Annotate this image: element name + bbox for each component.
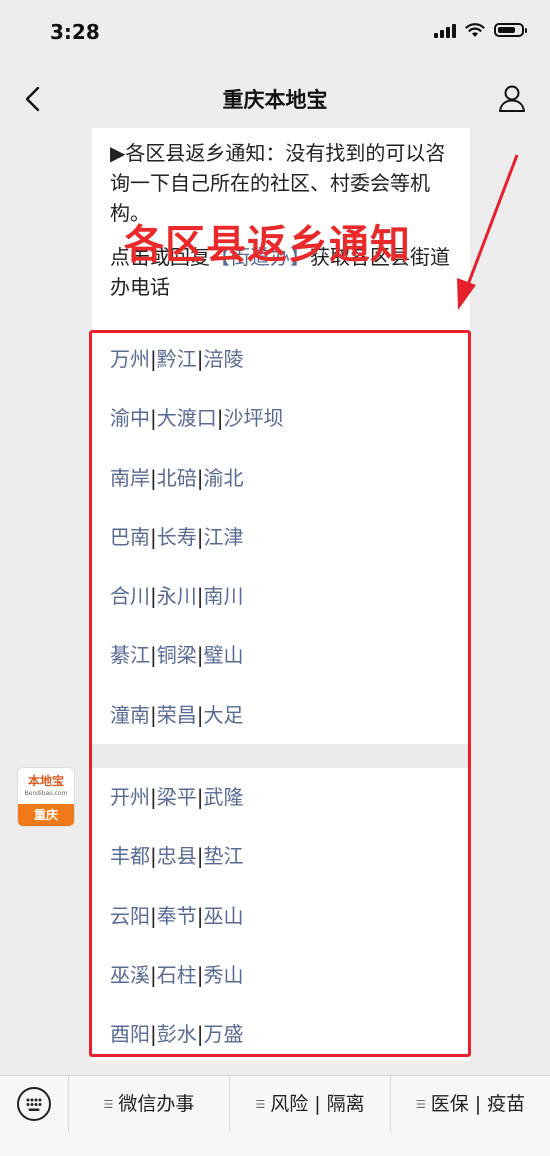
separator: | [150,1022,157,1047]
district-link[interactable]: 巫溪 [110,963,150,987]
signal-icon [434,22,456,38]
district-list-1: 万州|黔江|涪陵 渝中|大渡口|沙坪坝 南岸|北碚|渝北 巴南|长寿|江津 合川|永川|… [110,330,450,745]
menu-hamburger-icon: ☰ [415,1098,426,1111]
separator: | [196,1022,204,1047]
district-link[interactable]: 江津 [204,525,244,549]
profile-icon[interactable] [496,82,528,114]
district-link[interactable]: 巴南 [110,525,150,549]
district-link[interactable]: 永川 [157,584,197,608]
overlay-title: 各区县返乡通知 [124,222,411,268]
logo-city: 重庆 [18,804,74,826]
separator: | [196,524,204,549]
district-link[interactable]: 开州 [110,785,150,809]
district-link[interactable]: 梁平 [157,785,197,809]
district-list-2: 开州|梁平|武隆 丰都|忠县|垫江 云阳|奉节|巫山 巫溪|石柱|秀山 酉阳|彭水|万盛 [110,768,450,1064]
district-link[interactable]: 黔江 [157,347,197,371]
district-link[interactable]: 长寿 [157,525,197,549]
district-link[interactable]: 大渡口 [157,406,217,430]
separator: | [196,702,204,727]
district-link[interactable]: 奉节 [157,904,197,928]
district-link[interactable]: 北碚 [157,466,197,490]
district-row: 开州|梁平|武隆 [110,768,450,827]
district-link[interactable]: 大足 [204,703,244,727]
status-bar: 3:28 [0,0,550,70]
separator: | [150,584,157,609]
menu-item-risk-isolation[interactable]: ☰ 风险 | 隔离 [230,1076,390,1132]
divider-band [92,744,470,768]
bottom-menu: ☰ 微信办事 ☰ 风险 | 隔离 ☰ 医保 | 疫苗 [0,1075,550,1156]
menu-hamburger-icon: ☰ [103,1098,114,1111]
district-link[interactable]: 沙坪坝 [224,406,284,430]
district-row: 酉阳|彭水|万盛 [110,1005,450,1064]
separator: | [196,903,204,928]
district-link[interactable]: 南岸 [110,466,150,490]
separator: | [150,406,157,431]
district-link[interactable]: 丰都 [110,844,150,868]
district-row: 渝中|大渡口|沙坪坝 [110,389,450,448]
menu-item-wechat-services[interactable]: ☰ 微信办事 [69,1076,229,1132]
district-link[interactable]: 潼南 [110,703,150,727]
keyboard-icon[interactable] [16,1086,52,1122]
separator: | [150,962,157,987]
district-row: 綦江|铜梁|璧山 [110,626,450,685]
separator: | [150,702,157,727]
district-link[interactable]: 铜梁 [157,643,197,667]
district-link[interactable]: 荣昌 [157,703,197,727]
logo-brand: 本地宝 [27,774,64,788]
separator: | [150,785,157,809]
separator: | [196,844,204,869]
separator: | [196,643,204,668]
status-time: 3:28 [50,20,100,44]
nav-bar: 重庆本地宝 [0,70,550,128]
separator: | [150,524,157,549]
district-row: 南岸|北碚|渝北 [110,449,450,508]
district-row: 云阳|奉节|巫山 [110,887,450,946]
wifi-icon [465,23,485,37]
district-row: 潼南|荣昌|大足 [110,686,450,745]
separator: | [216,406,224,431]
account-avatar[interactable]: 本地宝 Bendibao.com 重庆 [18,768,74,826]
district-link[interactable]: 万盛 [204,1022,244,1046]
separator: | [196,962,204,987]
district-row: 巴南|长寿|江津 [110,508,450,567]
district-row: 万州|黔江|涪陵 [110,330,450,389]
logo-domain: Bendibao.com [24,790,68,797]
district-link[interactable]: 合川 [110,584,150,608]
separator: | [196,584,204,609]
district-row: 合川|永川|南川 [110,567,450,626]
district-link[interactable]: 渝中 [110,406,150,430]
district-link[interactable]: 云阳 [110,904,150,928]
district-link[interactable]: 巫山 [204,904,244,928]
battery-icon [494,23,527,37]
district-link[interactable]: 渝北 [204,466,244,490]
separator: | [196,785,204,809]
separator: | [150,643,157,668]
district-link[interactable]: 彭水 [157,1022,197,1046]
district-link[interactable]: 綦江 [110,643,150,667]
district-link[interactable]: 涪陵 [204,347,244,371]
district-row: 巫溪|石柱|秀山 [110,946,450,1005]
district-link[interactable]: 忠县 [157,844,197,868]
district-link[interactable]: 秀山 [204,963,244,987]
district-link[interactable]: 石柱 [157,963,197,987]
district-link[interactable]: 武隆 [204,785,244,809]
district-link[interactable]: 南川 [204,584,244,608]
separator: | [196,465,204,490]
page-title: 重庆本地宝 [222,88,328,112]
separator: | [150,465,157,490]
separator: | [150,844,157,869]
status-icons [434,22,527,38]
menu-item-insurance-vaccine[interactable]: ☰ 医保 | 疫苗 [391,1076,550,1132]
separator: | [150,903,157,928]
district-link[interactable]: 垫江 [204,844,244,868]
menu-hamburger-icon: ☰ [255,1098,266,1111]
district-link[interactable]: 璧山 [204,643,244,667]
separator: | [150,347,157,371]
district-link[interactable]: 万州 [110,347,150,371]
separator: | [196,347,204,371]
district-row: 丰都|忠县|垫江 [110,827,450,886]
district-link[interactable]: 酉阳 [110,1022,150,1046]
